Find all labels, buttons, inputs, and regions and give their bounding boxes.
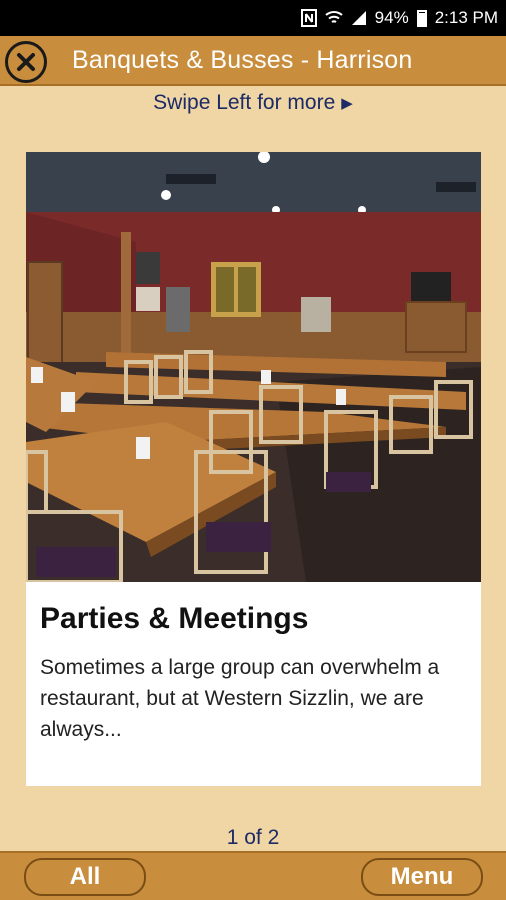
content-card[interactable]: Parties & Meetings Sometimes a large gro…	[26, 152, 481, 786]
app-header: Banquets & Busses - Harrison	[0, 36, 506, 86]
bottom-bar: All Menu	[0, 851, 506, 900]
menu-button[interactable]: Menu	[361, 858, 483, 896]
nfc-icon	[300, 9, 317, 27]
all-button[interactable]: All	[24, 858, 146, 896]
swipe-hint-text: Swipe Left for more	[153, 91, 336, 114]
battery-percent: 94%	[374, 8, 409, 27]
status-bar: 94% 2:13 PM	[0, 0, 506, 36]
swipe-hint: Swipe Left for more ▶	[0, 88, 506, 118]
clock: 2:13 PM	[434, 8, 498, 27]
card-description: Sometimes a large group can overwhelm a …	[40, 656, 440, 741]
wifi-icon	[324, 10, 343, 26]
close-button[interactable]	[5, 41, 47, 83]
battery-icon	[416, 9, 427, 27]
card-title: Parties & Meetings	[40, 602, 309, 635]
banquet-room-photo	[26, 152, 481, 582]
play-arrow-icon: ▶	[341, 95, 353, 112]
page-title: Banquets & Busses - Harrison	[72, 46, 413, 74]
page-indicator: 1 of 2	[226, 826, 280, 849]
signal-icon	[351, 10, 367, 26]
close-icon	[17, 53, 35, 71]
